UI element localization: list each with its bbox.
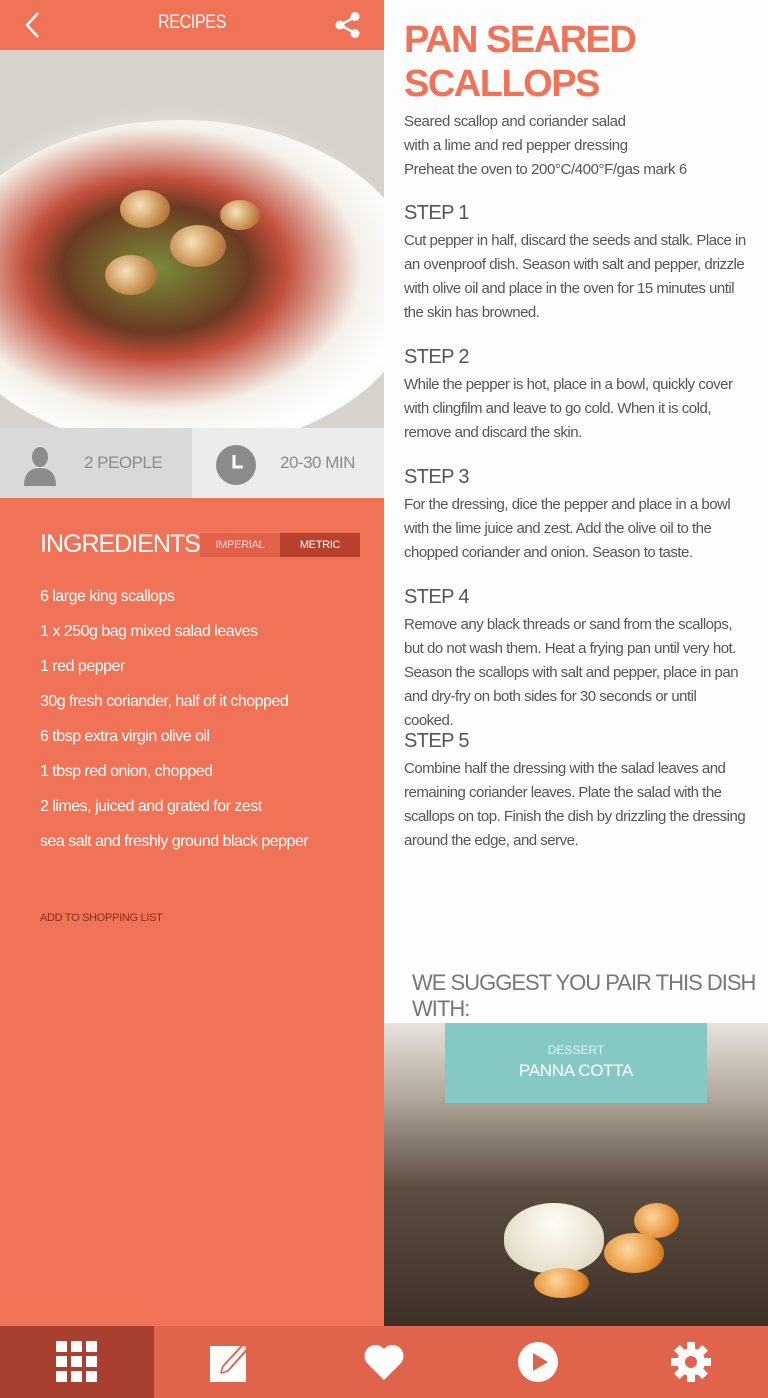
step-4: STEP 4 Remove any black threads or sand …: [404, 586, 749, 733]
step-title: STEP 5: [404, 730, 470, 752]
step-text: For the dressing, dice the pepper and pl…: [404, 496, 731, 561]
intro-line: with a lime and red pepper dressing: [404, 137, 628, 154]
step-5: STEP 5 Combine half the dressing with th…: [404, 730, 749, 853]
plate-image: [0, 120, 384, 428]
recipe-intro: Seared scallop and coriander salad with …: [404, 110, 754, 182]
share-button[interactable]: [334, 11, 362, 39]
ingredient-item: 1 x 250g bag mixed salad leaves: [40, 623, 258, 640]
step-text: Combine half the dressing with the salad…: [404, 760, 746, 849]
ingredient-item: 6 tbsp extra virgin olive oil: [40, 728, 210, 745]
grid-icon: [55, 1341, 97, 1382]
edit-icon: [210, 1344, 249, 1382]
nav-favorites[interactable]: [307, 1326, 461, 1398]
person-icon: [24, 447, 56, 486]
nav-grid[interactable]: [0, 1326, 154, 1398]
orange-image: [634, 1203, 679, 1238]
left-panel: RECIPES 2 PEOPLE 20-30 MIN INGREDIENTS I…: [0, 0, 384, 1326]
step-3: STEP 3 For the dressing, dice the pepper…: [404, 466, 749, 565]
heart-icon: [364, 1344, 404, 1380]
time-box: 20-30 MIN: [192, 428, 384, 498]
pairing-card[interactable]: DESSERT PANNA COTTA: [384, 1023, 768, 1326]
nav-play[interactable]: [461, 1326, 615, 1398]
recipe-meta: 2 PEOPLE 20-30 MIN: [0, 428, 384, 498]
orange-image: [534, 1268, 589, 1298]
scallop-image: [220, 200, 260, 230]
ingredients-title: INGREDIENTS: [40, 530, 201, 558]
ingredient-list: 6 large king scallops 1 x 250g bag mixed…: [40, 588, 309, 868]
recipe-title-line2: SCALLOPS: [404, 63, 600, 105]
scallop-image: [170, 225, 226, 267]
step-2: STEP 2 While the pepper is hot, place in…: [404, 346, 749, 445]
pairing-heading: WE SUGGEST YOU PAIR THIS DISH WITH:: [412, 970, 756, 1021]
imperial-button[interactable]: IMPERIAL: [200, 533, 280, 557]
right-panel: PAN SEARED SCALLOPS Seared scallop and c…: [384, 0, 768, 1326]
intro-line: Preheat the oven to 200°C/400°F/gas mark…: [404, 161, 687, 178]
step-title: STEP 3: [404, 466, 470, 488]
step-title: STEP 4: [404, 586, 470, 608]
top-bar: RECIPES: [0, 0, 384, 50]
ingredient-item: sea salt and freshly ground black pepper: [40, 833, 309, 850]
recipe-title-line1: PAN SEARED: [404, 19, 637, 61]
panna-cotta-image: [504, 1203, 604, 1273]
intro-line: Seared scallop and coriander salad: [404, 113, 626, 130]
gear-icon: [671, 1342, 712, 1382]
ingredient-item: 30g fresh coriander, half of it chopped: [40, 693, 289, 710]
pairing-label-box: DESSERT PANNA COTTA: [445, 1023, 707, 1103]
servings-box: 2 PEOPLE: [0, 428, 192, 498]
step-1: STEP 1 Cut pepper in half, discard the s…: [404, 202, 749, 325]
pairing-category: DESSERT: [547, 1043, 605, 1057]
metric-button[interactable]: METRIC: [280, 533, 360, 557]
step-title: STEP 1: [404, 202, 470, 224]
add-to-shopping-list-link[interactable]: ADD TO SHOPPING LIST: [40, 912, 163, 924]
scallop-image: [120, 190, 170, 228]
step-text: Cut pepper in half, discard the seeds an…: [404, 232, 746, 321]
share-icon: [335, 12, 360, 38]
ingredient-item: 1 red pepper: [40, 658, 125, 675]
play-icon: [517, 1342, 558, 1382]
nav-settings[interactable]: [614, 1326, 768, 1398]
ingredient-item: 1 tbsp red onion, chopped: [40, 763, 213, 780]
step-title: STEP 2: [404, 346, 470, 368]
servings-label: 2 PEOPLE: [84, 453, 163, 472]
page-title: RECIPES: [158, 12, 226, 33]
unit-toggle: IMPERIAL METRIC: [200, 533, 360, 557]
time-label: 20-30 MIN: [280, 453, 355, 472]
bottom-nav: [0, 1326, 768, 1398]
ingredient-item: 6 large king scallops: [40, 588, 175, 605]
orange-image: [604, 1233, 664, 1273]
step-text: While the pepper is hot, place in a bowl…: [404, 376, 733, 441]
pairing-dish: PANNA COTTA: [518, 1061, 634, 1080]
nav-edit[interactable]: [154, 1326, 308, 1398]
scallop-image: [105, 255, 157, 295]
ingredient-item: 2 limes, juiced and grated for zest: [40, 798, 262, 815]
step-text: Remove any black threads or sand from th…: [404, 616, 739, 729]
recipe-photo: [0, 50, 384, 428]
recipe-title: PAN SEARED SCALLOPS: [404, 18, 637, 106]
clock-icon: [216, 445, 256, 485]
